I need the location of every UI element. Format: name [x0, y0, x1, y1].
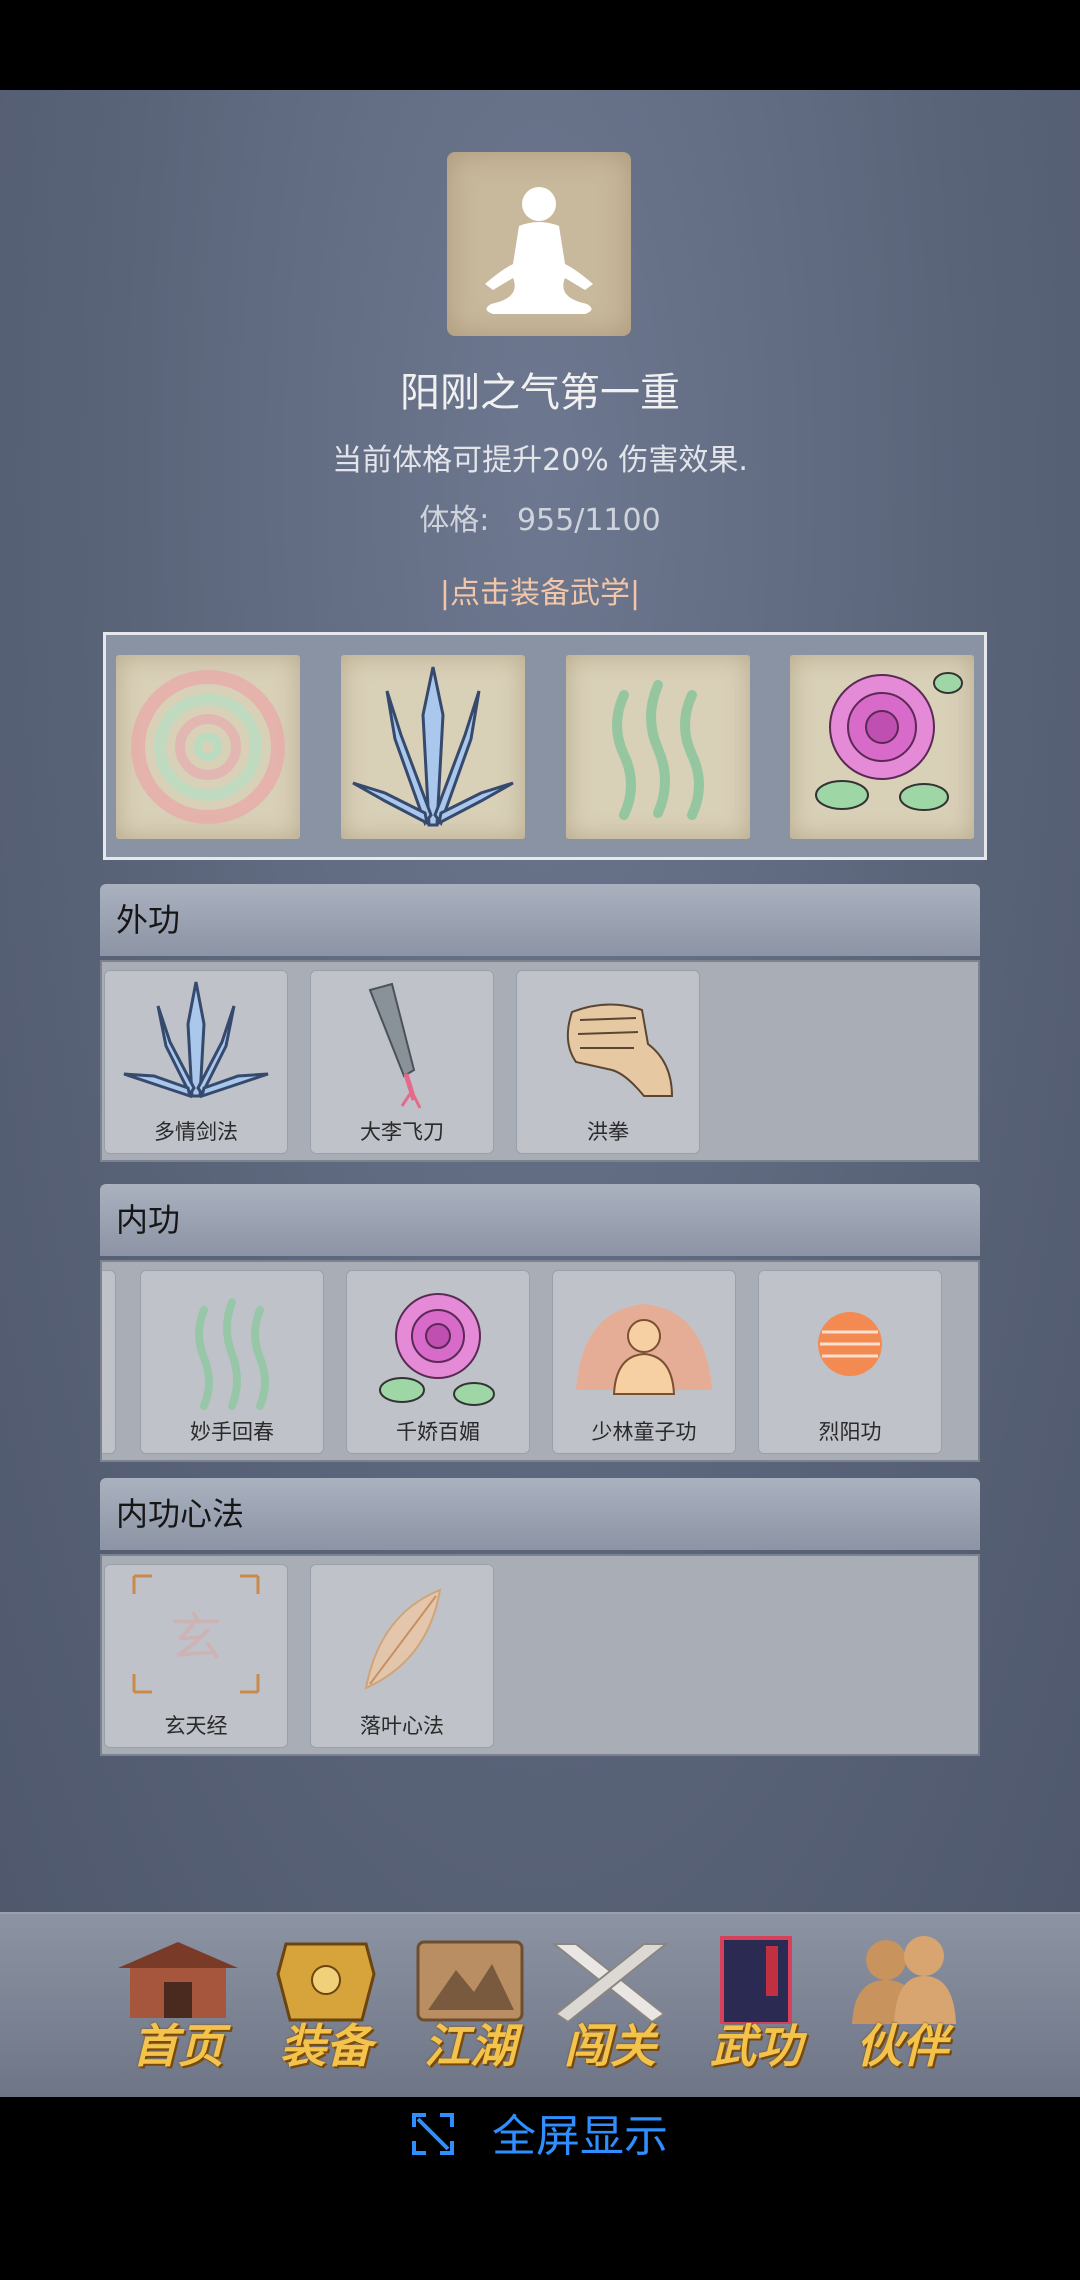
green-waves-icon — [612, 680, 704, 820]
expand-icon — [412, 2112, 454, 2166]
section-title: 内功心法 — [100, 1478, 980, 1550]
equipped-slot[interactable] — [116, 655, 300, 839]
physique-stat: 体格: 955/1100 — [0, 495, 1080, 539]
buddha-icon — [576, 1304, 712, 1395]
skill-card[interactable]: 少林童子功 — [552, 1270, 736, 1454]
section-inner-skills: 内功 妙手回春 千娇百媚 少林童子功 烈阳功 — [100, 1184, 980, 1462]
skill-name: 多情剑法 — [154, 1120, 238, 1144]
equipped-slot[interactable] — [566, 655, 750, 839]
skill-card[interactable]: 玄 玄天经 — [104, 1564, 288, 1748]
meditating-figure-icon — [485, 187, 593, 314]
physique-value: 955/1100 — [516, 503, 661, 538]
skill-card[interactable]: 多情剑法 — [104, 970, 288, 1154]
nav-martial-arts[interactable]: 武功 — [686, 1914, 826, 2097]
xuan-scroll-icon: 玄 — [132, 1574, 260, 1694]
skill-card[interactable]: 烈阳功 — [758, 1270, 942, 1454]
section-outer-skills: 外功 多情剑法 大李飞刀 洪拳 — [100, 884, 980, 1162]
skill-list: 玄 玄天经 落叶心法 — [100, 1554, 980, 1756]
skill-card[interactable]: 千娇百媚 — [346, 1270, 530, 1454]
skill-name: 大李飞刀 — [360, 1120, 444, 1144]
skill-name: 千娇百媚 — [396, 1420, 480, 1444]
fist-icon — [566, 1003, 674, 1097]
fullscreen-label: 全屏显示 — [492, 2111, 668, 2162]
skill-list: 妙手回春 千娇百媚 少林童子功 烈阳功 — [100, 1260, 980, 1462]
skill-name: 少林童子功 — [591, 1420, 697, 1444]
nav-home[interactable]: 首页 — [108, 1914, 248, 2097]
nav-label: 装备 — [280, 2019, 372, 2073]
page-title: 阳刚之气第一重 — [400, 370, 680, 416]
crystal-sword-icon — [123, 981, 269, 1099]
swirl-icon — [131, 670, 285, 824]
leaf-icon — [364, 1588, 442, 1690]
skill-name: 洪拳 — [587, 1120, 629, 1144]
section-inner-methods: 内功心法 玄 玄天经 落叶心法 — [100, 1478, 980, 1756]
fullscreen-button[interactable]: 全屏显示 — [0, 2100, 1080, 2166]
skill-card[interactable]: 洪拳 — [516, 970, 700, 1154]
nav-label: 伙伴 — [856, 2019, 948, 2073]
rose-icon — [815, 672, 963, 811]
xuan-glyph: 玄 — [170, 1609, 222, 1669]
nav-equipment[interactable]: 装备 — [256, 1914, 396, 2097]
skill-card[interactable]: 落叶心法 — [310, 1564, 494, 1748]
nav-companions[interactable]: 伙伴 — [832, 1914, 972, 2097]
effect-description: 当前体格可提升20% 伤害效果. — [332, 443, 748, 478]
equipped-skills-bar — [103, 632, 987, 860]
rose-icon — [379, 1293, 495, 1406]
nav-label: 武功 — [710, 2019, 802, 2073]
bottom-nav: 首页 装备 江湖 闯关 武功 伙伴 — [0, 1912, 1080, 2097]
skill-name: 妙手回春 — [190, 1420, 274, 1444]
skill-card[interactable]: 妙手回春 — [140, 1270, 324, 1454]
sun-orb-icon — [818, 1312, 882, 1376]
crystal-sword-icon — [352, 666, 514, 827]
skill-name: 烈阳功 — [818, 1420, 882, 1444]
portrait — [447, 152, 631, 336]
section-title: 内功 — [100, 1184, 980, 1256]
physique-label: 体格: — [419, 503, 490, 538]
section-title: 外功 — [100, 884, 980, 956]
flying-dagger-icon — [368, 982, 422, 1109]
nav-challenge[interactable]: 闯关 — [540, 1914, 680, 2097]
equipped-slot[interactable] — [341, 655, 525, 839]
nav-label: 首页 — [132, 2019, 224, 2073]
nav-label: 闯关 — [564, 2019, 656, 2073]
nav-label: 江湖 — [424, 2019, 516, 2073]
skill-name: 落叶心法 — [360, 1714, 444, 1738]
nav-jianghu[interactable]: 江湖 — [400, 1914, 540, 2097]
skill-card[interactable]: 大李飞刀 — [310, 970, 494, 1154]
equip-hint-link[interactable]: |点击装备武学| — [0, 568, 1080, 612]
skill-name: 玄天经 — [164, 1714, 228, 1738]
skill-list: 多情剑法 大李飞刀 洪拳 — [100, 960, 980, 1162]
skill-card-partial[interactable] — [102, 1270, 116, 1454]
skills-screen: 阳刚之气第一重 当前体格可提升20% 伤害效果. 体格: 955/1100 |点… — [0, 90, 1080, 2097]
equipped-slot[interactable] — [790, 655, 974, 839]
green-waves-icon — [195, 1298, 269, 1410]
